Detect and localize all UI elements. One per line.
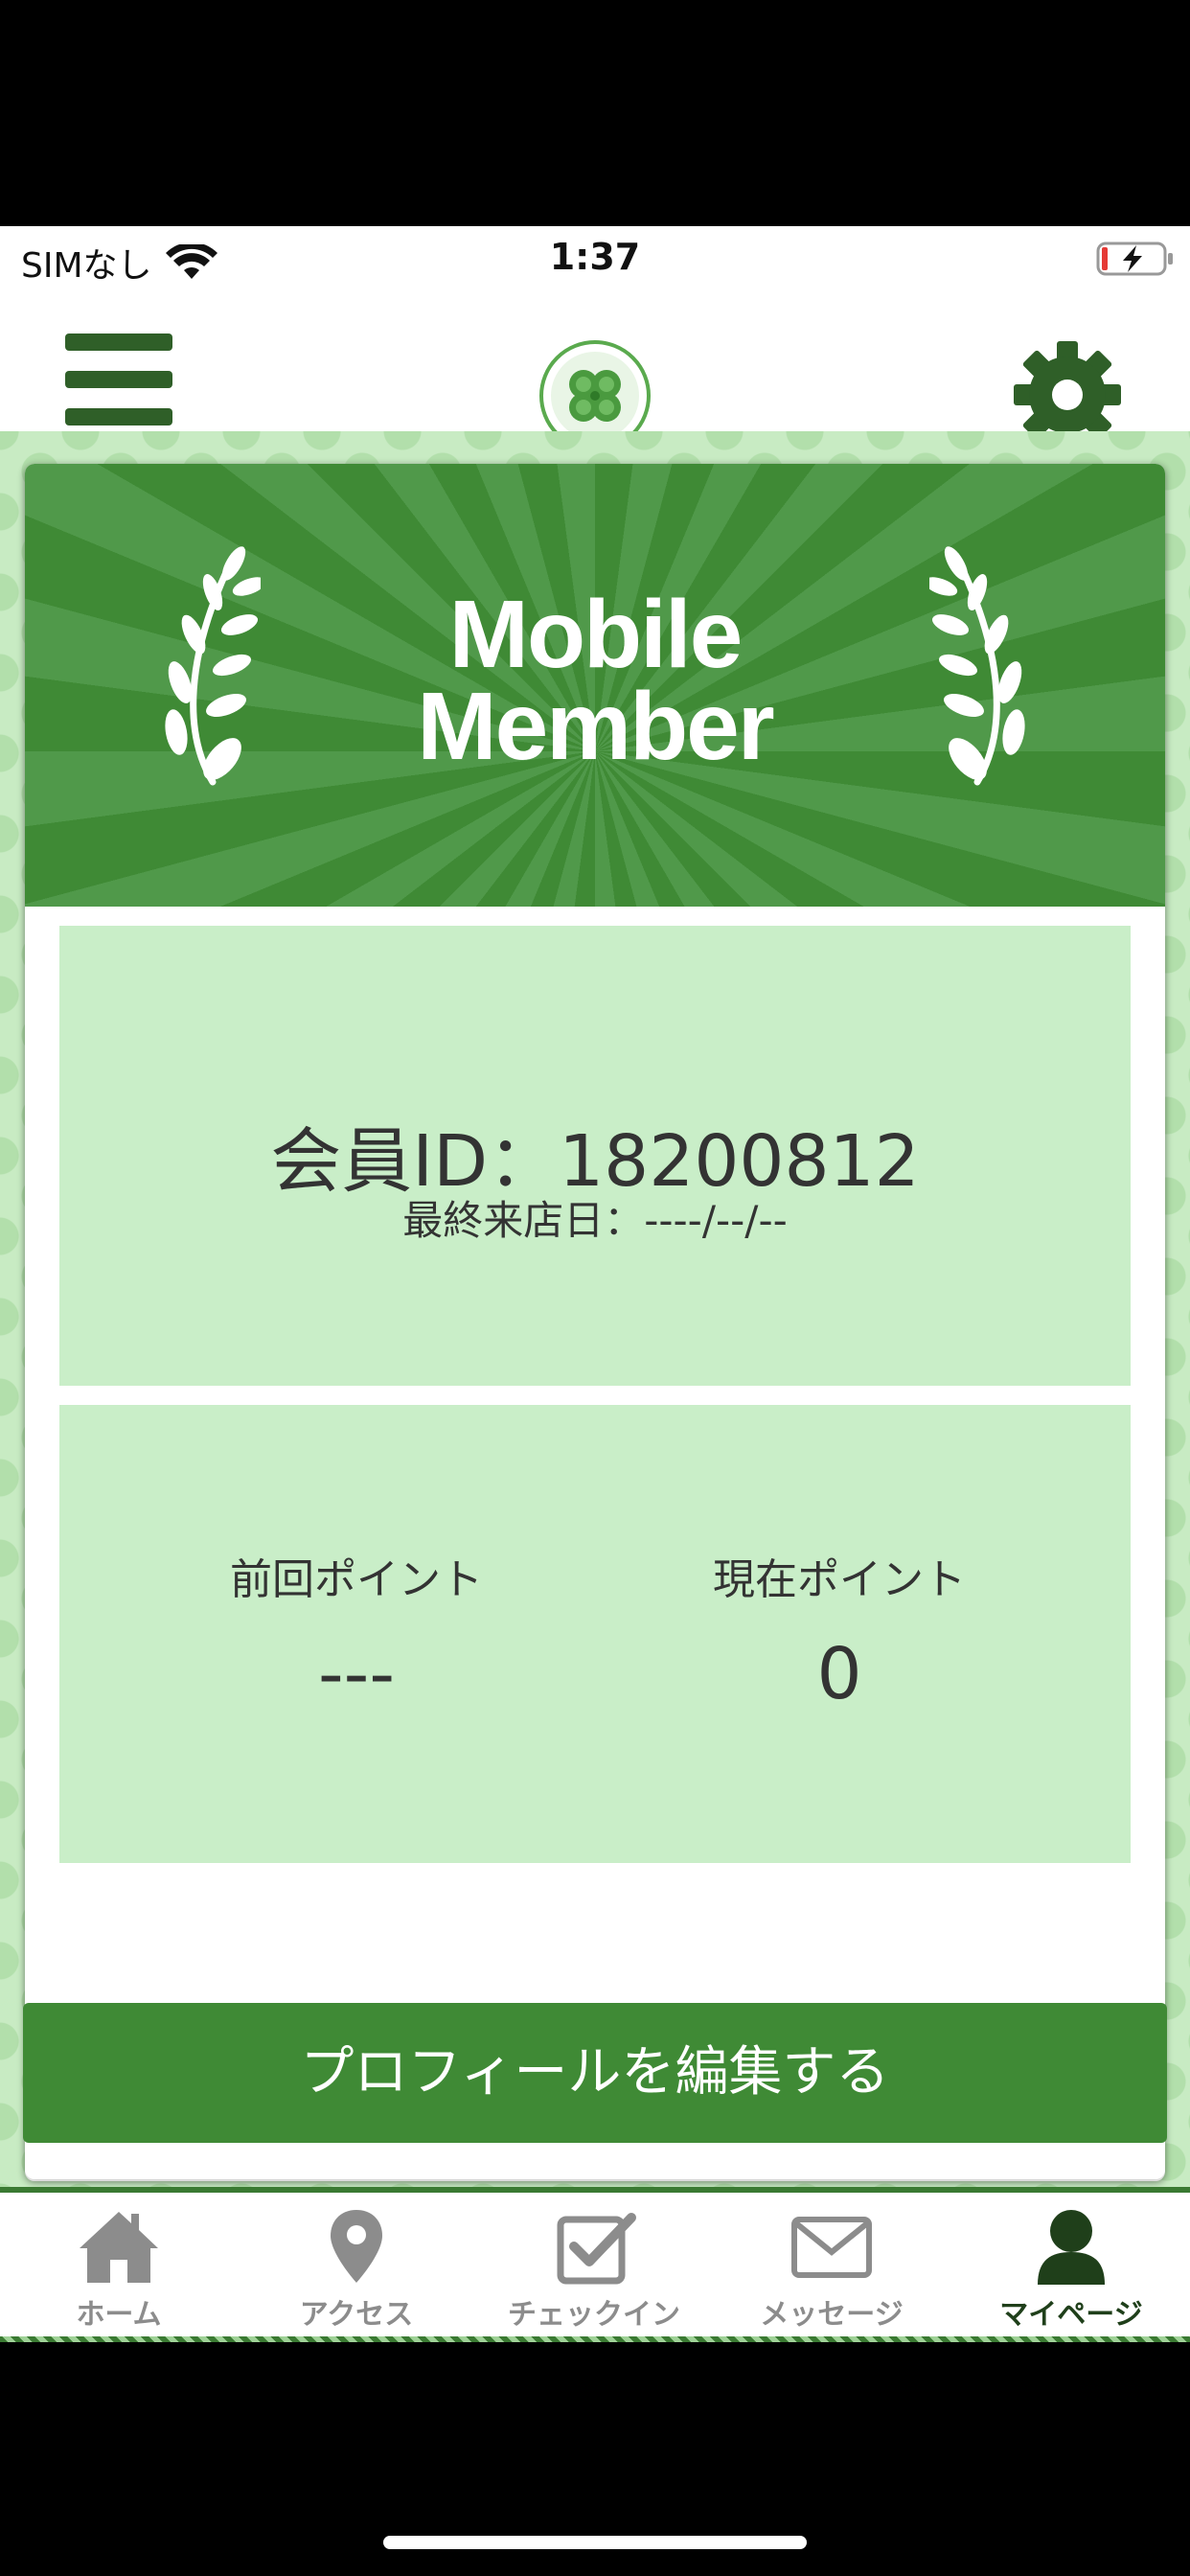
map-pin-icon	[331, 2210, 382, 2283]
member-id-panel: 会員ID：18200812 最終来店日：----/--/--	[59, 926, 1131, 1386]
tab-access[interactable]: アクセス	[238, 2193, 475, 2342]
card-layer: Mobile Member 会員ID：18200812 最終来店日：----/-…	[0, 226, 1190, 2342]
previous-points-value: ---	[317, 1633, 396, 1715]
home-indicator[interactable]	[383, 2536, 807, 2549]
laurel-right-icon	[929, 546, 1025, 786]
current-points-label: 現在ポイント	[713, 1555, 966, 1604]
edit-profile-button[interactable]: プロフィールを編集する	[23, 2003, 1167, 2143]
tab-checkin-label: チェックイン	[508, 2298, 680, 2332]
envelope-icon	[791, 2217, 872, 2278]
checkbox-icon	[557, 2213, 636, 2285]
member-card-body: Mobile Member 会員ID：18200812 最終来店日：----/-…	[25, 464, 1165, 2179]
tab-message-label: メッセージ	[760, 2298, 904, 2332]
current-points-value: 0	[816, 1633, 862, 1715]
previous-points-label: 前回ポイント	[230, 1555, 483, 1604]
points-panel: 前回ポイント --- 現在ポイント 0	[59, 1405, 1131, 1863]
home-icon	[80, 2212, 158, 2283]
top-letterbox	[0, 0, 1190, 226]
tab-bar: ホーム アクセス チェックイン メッセージ マイページ	[0, 2187, 1190, 2342]
tab-message[interactable]: メッセージ	[713, 2193, 950, 2342]
tab-home-label: ホーム	[76, 2298, 162, 2332]
last-visit-date: 最終来店日：----/--/--	[402, 1197, 788, 1244]
tab-home[interactable]: ホーム	[0, 2193, 238, 2342]
tab-checkin[interactable]: チェックイン	[475, 2193, 713, 2342]
tab-mypage-label: マイページ	[999, 2298, 1143, 2332]
previous-points: 前回ポイント ---	[117, 1545, 596, 1715]
tab-mypage[interactable]: マイページ	[952, 2193, 1190, 2342]
tab-access-label: アクセス	[299, 2298, 414, 2332]
person-icon	[1038, 2210, 1105, 2285]
current-points: 現在ポイント 0	[600, 1545, 1079, 1715]
card-header-banner: Mobile Member	[25, 464, 1165, 907]
